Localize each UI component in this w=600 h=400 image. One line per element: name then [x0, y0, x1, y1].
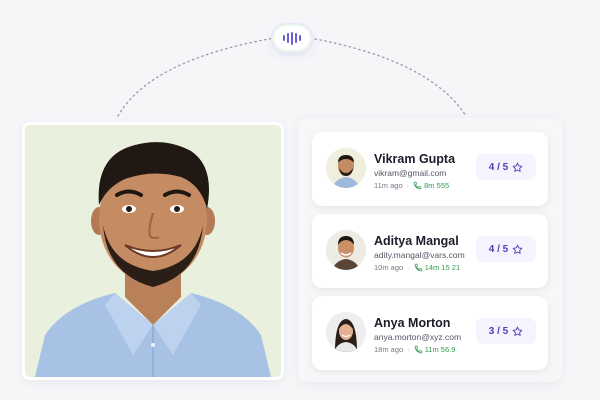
candidate-meta: 10m ago · 14m 15 21	[374, 263, 461, 272]
phone-icon	[414, 345, 422, 354]
time-ago: 18m ago	[374, 345, 404, 354]
candidate-photo	[22, 122, 284, 380]
rating-badge[interactable]: 4 / 5	[476, 154, 536, 180]
candidate-name: Aditya Mangal	[374, 234, 459, 248]
candidate-meta: 11m ago · 8m 555	[374, 181, 450, 190]
phone-icon	[414, 263, 422, 272]
candidate-list: Vikram Gupta vikram@gmail.com 11m ago · …	[298, 118, 562, 382]
candidate-card-aditya[interactable]: Aditya Mangal adity.mangal@vars.com 10m …	[312, 214, 548, 288]
candidate-name: Anya Morton	[374, 316, 451, 330]
candidate-meta: 18m ago · 11m 56.9	[374, 345, 456, 354]
call-duration: 11m 56.9	[414, 345, 455, 354]
star-icon	[512, 162, 523, 172]
call-duration: 14m 15 21	[414, 263, 460, 272]
candidate-email: anya.morton@xyz.com	[374, 332, 462, 342]
call-duration: 8m 555	[413, 181, 449, 190]
avatar	[326, 230, 366, 270]
star-icon	[512, 244, 523, 254]
candidate-card-anya[interactable]: Anya Morton anya.morton@xyz.com 18m ago …	[312, 296, 548, 370]
rating-badge[interactable]: 3 / 5	[476, 318, 536, 344]
candidate-name: Vikram Gupta	[374, 152, 456, 166]
time-ago: 10m ago	[374, 263, 404, 272]
candidate-email: adity.mangal@vars.com	[374, 250, 465, 260]
rating-badge[interactable]: 4 / 5	[476, 236, 536, 262]
time-ago: 11m ago	[374, 181, 403, 190]
avatar	[326, 148, 366, 188]
candidate-card-vikram[interactable]: Vikram Gupta vikram@gmail.com 11m ago · …	[312, 132, 548, 206]
phone-icon	[413, 181, 422, 190]
avatar	[326, 312, 366, 352]
candidate-email: vikram@gmail.com	[374, 168, 447, 178]
star-icon	[512, 326, 523, 336]
voice-waveform-icon	[274, 26, 310, 50]
